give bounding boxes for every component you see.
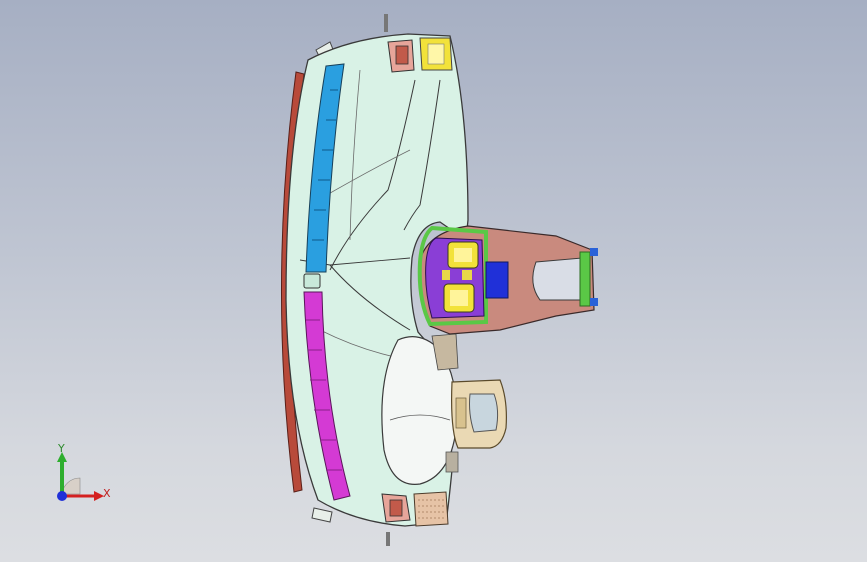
center-module-button	[442, 270, 450, 280]
steering-column-detail	[455, 397, 467, 429]
side-vent-bottom-louver	[389, 499, 403, 517]
y-axis-label: Y	[58, 442, 65, 455]
triad-rotation-arc	[61, 477, 81, 495]
hvac-switch-upper-face	[454, 248, 472, 262]
bottom-bracket	[386, 532, 390, 546]
dashboard-3d-model[interactable]	[0, 0, 867, 562]
hvac-switch-lower-face	[450, 290, 468, 306]
console-end-cap	[590, 248, 598, 256]
center-module-button	[462, 270, 472, 280]
vent-center-clip	[303, 273, 321, 289]
top-yellow-panel-inner	[427, 43, 445, 65]
lower-edge-clip	[445, 451, 459, 473]
console-end-frame	[579, 251, 591, 307]
side-vent-top-louver	[395, 45, 409, 65]
center-blue-module	[485, 261, 509, 299]
x-axis-label: X	[103, 487, 111, 500]
top-bracket	[384, 14, 388, 32]
bottom-textured-panel	[413, 491, 449, 527]
console-end-cap	[590, 298, 598, 306]
graphics-viewport[interactable]: Y X	[0, 0, 867, 562]
bottom-left-mount-tab	[311, 507, 333, 523]
coordinate-triad: Y X	[48, 440, 118, 510]
console-shifter-opening	[532, 257, 585, 301]
steering-column-inner	[469, 393, 499, 433]
z-axis-dot	[57, 491, 67, 501]
